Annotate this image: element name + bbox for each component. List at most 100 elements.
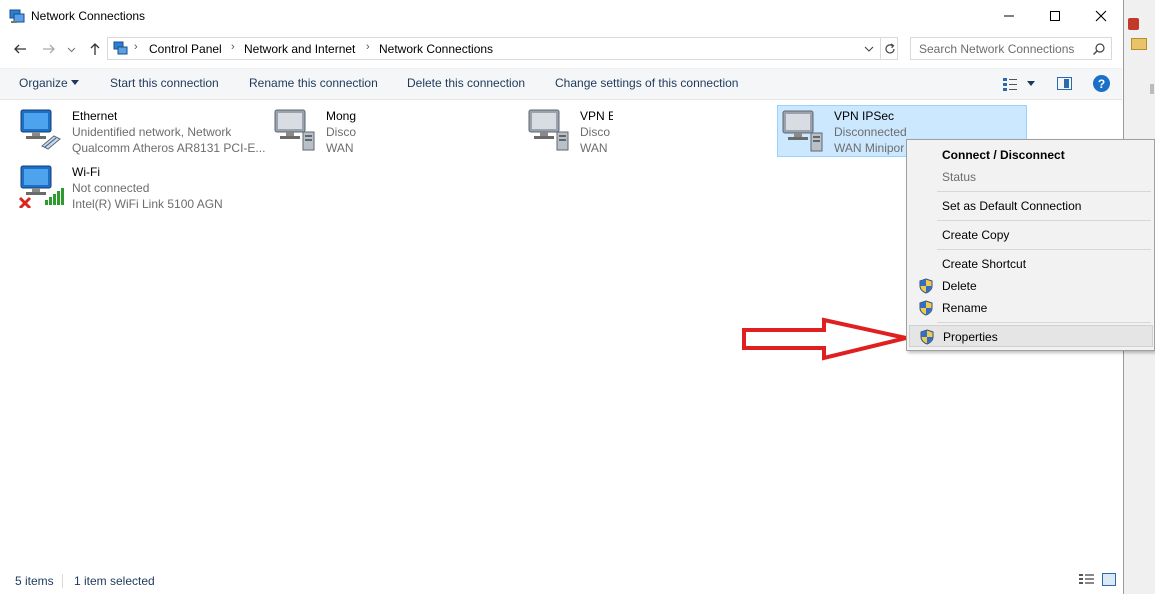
- delete-connection-button[interactable]: Delete this connection: [407, 76, 525, 90]
- wifi-adapter-icon: [18, 165, 64, 208]
- ethernet-adapter-icon: [20, 109, 61, 150]
- scroll-marker: [1150, 84, 1154, 94]
- address-row: › Control Panel › Network and Internet ›…: [0, 34, 1124, 64]
- rename-connection-button[interactable]: Rename this connection: [249, 76, 378, 90]
- back-button[interactable]: [11, 40, 29, 58]
- connection-name: Mong: [326, 109, 357, 123]
- uac-shield-icon: [919, 300, 933, 316]
- menu-separator: [937, 220, 1151, 221]
- search-input[interactable]: Search Network Connections: [910, 37, 1112, 60]
- connection-name: Wi-Fi: [72, 165, 100, 179]
- menu-item-create-copy[interactable]: Create Copy: [909, 224, 1153, 246]
- menu-item-label: Status: [942, 170, 977, 184]
- forward-button[interactable]: [40, 40, 58, 58]
- connection-device: Qualcomm Atheros AR8131 PCI-E...: [72, 141, 266, 155]
- large-icons-view-icon[interactable]: [1102, 573, 1116, 586]
- wan-miniport-icon: [782, 110, 823, 152]
- annotation-arrow-icon: [742, 317, 907, 361]
- wan-miniport-icon: [528, 109, 569, 151]
- recent-locations-button[interactable]: [64, 40, 78, 58]
- close-button[interactable]: [1078, 0, 1124, 32]
- connection-status: Disco: [580, 125, 611, 139]
- up-arrow-icon: [90, 43, 100, 55]
- title-bar: Network Connections: [0, 0, 1124, 32]
- breadcrumb-separator: ›: [134, 41, 138, 53]
- refresh-icon: [885, 42, 895, 53]
- connection-item-wifi[interactable]: Wi-Fi Not connected Intel(R) WiFi Link 5…: [18, 162, 268, 214]
- network-connections-icon: [9, 9, 25, 23]
- selection-count: 1 item selected: [74, 574, 155, 588]
- connection-name: VPN IPSec: [834, 109, 895, 123]
- menu-item-properties[interactable]: Properties: [909, 325, 1153, 347]
- control-panel-network-icon: [113, 41, 128, 55]
- address-bar[interactable]: › Control Panel › Network and Internet ›…: [107, 37, 898, 60]
- change-view-icon[interactable]: [1002, 76, 1018, 92]
- uac-shield-icon: [920, 329, 934, 345]
- breadcrumb-network-connections[interactable]: Network Connections: [379, 42, 493, 56]
- menu-separator: [937, 191, 1151, 192]
- menu-separator: [937, 249, 1151, 250]
- menu-item-connect-disconnect[interactable]: Connect / Disconnect: [909, 144, 1153, 166]
- view-options-caret-icon[interactable]: [1027, 81, 1035, 86]
- connection-item-ethernet[interactable]: Ethernet Unidentified network, Network Q…: [18, 106, 268, 158]
- menu-item-label: Create Copy: [942, 228, 1010, 242]
- breadcrumb-control-panel[interactable]: Control Panel: [149, 42, 222, 56]
- back-arrow-icon: [14, 44, 26, 54]
- menu-item-label: Properties: [943, 330, 998, 344]
- menu-item-label: Delete: [942, 279, 977, 293]
- address-dropdown-button[interactable]: [861, 40, 877, 57]
- command-bar: Organize Start this connection Rename th…: [0, 68, 1122, 100]
- menu-item-delete[interactable]: Delete: [909, 275, 1153, 297]
- change-settings-button[interactable]: Change settings of this connection: [555, 76, 738, 90]
- help-icon[interactable]: ?: [1093, 75, 1110, 92]
- start-connection-button[interactable]: Start this connection: [110, 76, 219, 90]
- menu-item-label: Connect / Disconnect: [942, 148, 1065, 162]
- organize-caret-icon: [71, 80, 79, 85]
- menu-item-status: Status: [909, 166, 1153, 188]
- window-title: Network Connections: [31, 9, 146, 23]
- minimize-icon: [1004, 15, 1014, 17]
- app-icon: [1128, 18, 1139, 30]
- connection-item-vpn-e[interactable]: VPN E Disco WAN: [526, 106, 613, 158]
- maximize-icon: [1050, 11, 1060, 21]
- forward-arrow-icon: [43, 44, 55, 54]
- connection-name: Ethernet: [72, 109, 118, 123]
- connection-device: WAN: [326, 141, 354, 155]
- connection-status: Unidentified network, Network: [72, 125, 232, 139]
- connection-device: WAN: [580, 141, 608, 155]
- up-button[interactable]: [86, 40, 104, 58]
- menu-item-label: Create Shortcut: [942, 257, 1027, 271]
- search-placeholder: Search Network Connections: [919, 42, 1075, 56]
- connection-item-mong[interactable]: Mong Disco WAN: [272, 106, 358, 158]
- wan-miniport-icon: [274, 109, 315, 151]
- refresh-button[interactable]: [880, 38, 899, 59]
- menu-item-label: Set as Default Connection: [942, 199, 1082, 213]
- breadcrumb-separator: ›: [231, 41, 235, 53]
- breadcrumb-network-and-internet[interactable]: Network and Internet: [244, 42, 355, 56]
- connection-device: Intel(R) WiFi Link 5100 AGN: [72, 197, 223, 211]
- connection-device: WAN Minipor: [834, 141, 905, 155]
- search-icon: [1093, 43, 1105, 55]
- breadcrumb-separator: ›: [366, 41, 370, 53]
- connection-status: Disconnected: [834, 125, 907, 139]
- connection-status: Not connected: [72, 181, 150, 195]
- connection-status: Disco: [326, 125, 357, 139]
- details-view-icon[interactable]: [1079, 573, 1094, 586]
- status-bar: 5 items 1 item selected: [0, 570, 1122, 592]
- menu-item-set-default[interactable]: Set as Default Connection: [909, 195, 1153, 217]
- preview-pane-icon[interactable]: [1057, 77, 1072, 90]
- context-menu: Connect / Disconnect Status Set as Defau…: [906, 139, 1155, 351]
- connection-name: VPN E: [580, 109, 613, 123]
- menu-item-label: Rename: [942, 301, 988, 315]
- status-divider: [62, 574, 63, 588]
- maximize-button[interactable]: [1032, 0, 1078, 32]
- close-icon: [1095, 10, 1107, 22]
- folder-icon: [1131, 38, 1147, 50]
- organize-menu-button[interactable]: Organize: [19, 76, 68, 90]
- item-count: 5 items: [15, 574, 54, 588]
- minimize-button[interactable]: [986, 0, 1032, 32]
- chevron-down-icon: [864, 46, 874, 52]
- menu-item-create-shortcut[interactable]: Create Shortcut: [909, 253, 1153, 275]
- menu-item-rename[interactable]: Rename: [909, 297, 1153, 319]
- menu-separator: [937, 322, 1151, 323]
